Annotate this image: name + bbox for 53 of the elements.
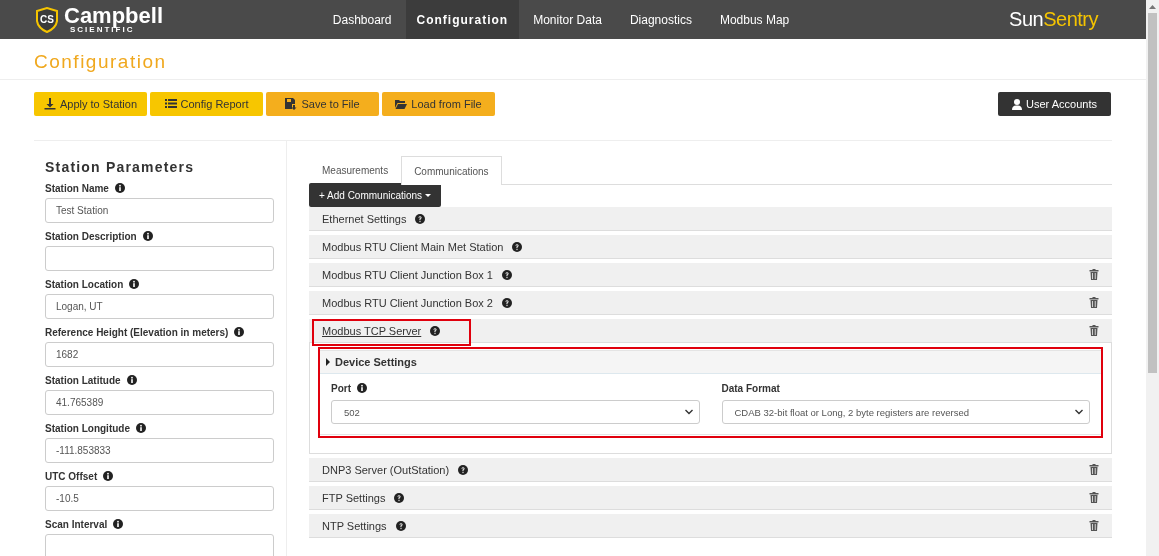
field-label: UTC Offset bbox=[45, 470, 98, 482]
input-field[interactable]: -111.853833 bbox=[45, 438, 274, 463]
field-label: Station Longitude bbox=[45, 422, 130, 434]
nav-link[interactable]: Configuration bbox=[405, 0, 520, 39]
input-field[interactable]: Test Station bbox=[45, 198, 274, 223]
section-title[interactable]: Modbus TCP Server bbox=[322, 324, 422, 337]
field-label: Station Latitude bbox=[45, 374, 121, 386]
dropdown-field[interactable]: CDAB 32-bit float or Long, 2 byte registers are reversed bbox=[721, 400, 1090, 424]
toolbar-button[interactable]: Load from File bbox=[382, 92, 495, 116]
section-header[interactable]: Modbus RTU Client Main Met Station bbox=[309, 235, 1112, 259]
field-label: Station Description bbox=[45, 230, 137, 242]
field-label: Reference Height (Elevation in meters) bbox=[45, 326, 229, 338]
section-title[interactable]: DNP3 Server (OutStation) bbox=[322, 463, 450, 476]
toolbar-button[interactable]: Apply to Station bbox=[34, 92, 147, 116]
add-communications-button[interactable]: + Add Communications bbox=[309, 183, 442, 207]
section-header[interactable]: FTP Settings bbox=[309, 486, 1112, 510]
section-title[interactable]: Modbus RTU Client Junction Box 2 bbox=[322, 296, 493, 309]
nav-link[interactable]: Dashboard bbox=[318, 0, 406, 39]
section-header[interactable]: DNP3 Server (OutStation) bbox=[309, 458, 1112, 482]
field-label: Station Location bbox=[45, 278, 124, 290]
section-title[interactable]: NTP Settings bbox=[322, 519, 387, 532]
section-title[interactable]: Modbus RTU Client Main Met Station bbox=[322, 240, 504, 253]
field-label: Data Format bbox=[721, 382, 780, 394]
section-header[interactable]: Modbus RTU Client Junction Box 1 bbox=[309, 263, 1112, 287]
nav-link[interactable]: Diagnostics bbox=[615, 0, 706, 39]
input-field[interactable]: Logan, UT bbox=[45, 294, 274, 319]
section-header[interactable]: NTP Settings bbox=[309, 514, 1112, 538]
tab[interactable]: Measurements bbox=[309, 156, 402, 184]
logo-mark-text: CS bbox=[40, 14, 54, 25]
tab[interactable]: Communications bbox=[401, 156, 502, 185]
toolbar-button[interactable]: Save to File bbox=[266, 92, 379, 116]
brand-logo: SunSentry bbox=[1009, 8, 1098, 31]
field-label: Scan Interval bbox=[45, 518, 108, 530]
input-field[interactable]: 41.765389 bbox=[45, 390, 274, 415]
sidebar-title: Station Parameters bbox=[45, 159, 196, 175]
user-accounts-button[interactable]: User Accounts bbox=[998, 92, 1111, 116]
dropdown-field[interactable]: 502 bbox=[331, 400, 700, 424]
section-title[interactable]: Ethernet Settings bbox=[322, 212, 407, 225]
field-label: Port bbox=[331, 382, 351, 394]
field-label: Station Name bbox=[45, 182, 109, 194]
section-header[interactable]: Modbus RTU Client Junction Box 2 bbox=[309, 291, 1112, 315]
section-header[interactable]: Modbus TCP Server bbox=[309, 319, 1112, 343]
section-header[interactable]: Ethernet Settings bbox=[309, 207, 1112, 231]
nav-link[interactable]: Modbus Map bbox=[705, 0, 804, 39]
input-field[interactable]: -10.5 bbox=[45, 486, 274, 511]
subsection-title[interactable]: Device Settings bbox=[335, 356, 417, 368]
logo-wordmark: Campbell bbox=[64, 5, 164, 26]
section-title[interactable]: Modbus RTU Client Junction Box 1 bbox=[322, 268, 493, 281]
input-field[interactable]: 1682 bbox=[45, 342, 274, 367]
toolbar-button[interactable]: Config Report bbox=[150, 92, 263, 116]
page-title: Configuration bbox=[34, 51, 168, 73]
nav-link[interactable]: Monitor Data bbox=[519, 0, 616, 39]
section-title[interactable]: FTP Settings bbox=[322, 491, 386, 504]
